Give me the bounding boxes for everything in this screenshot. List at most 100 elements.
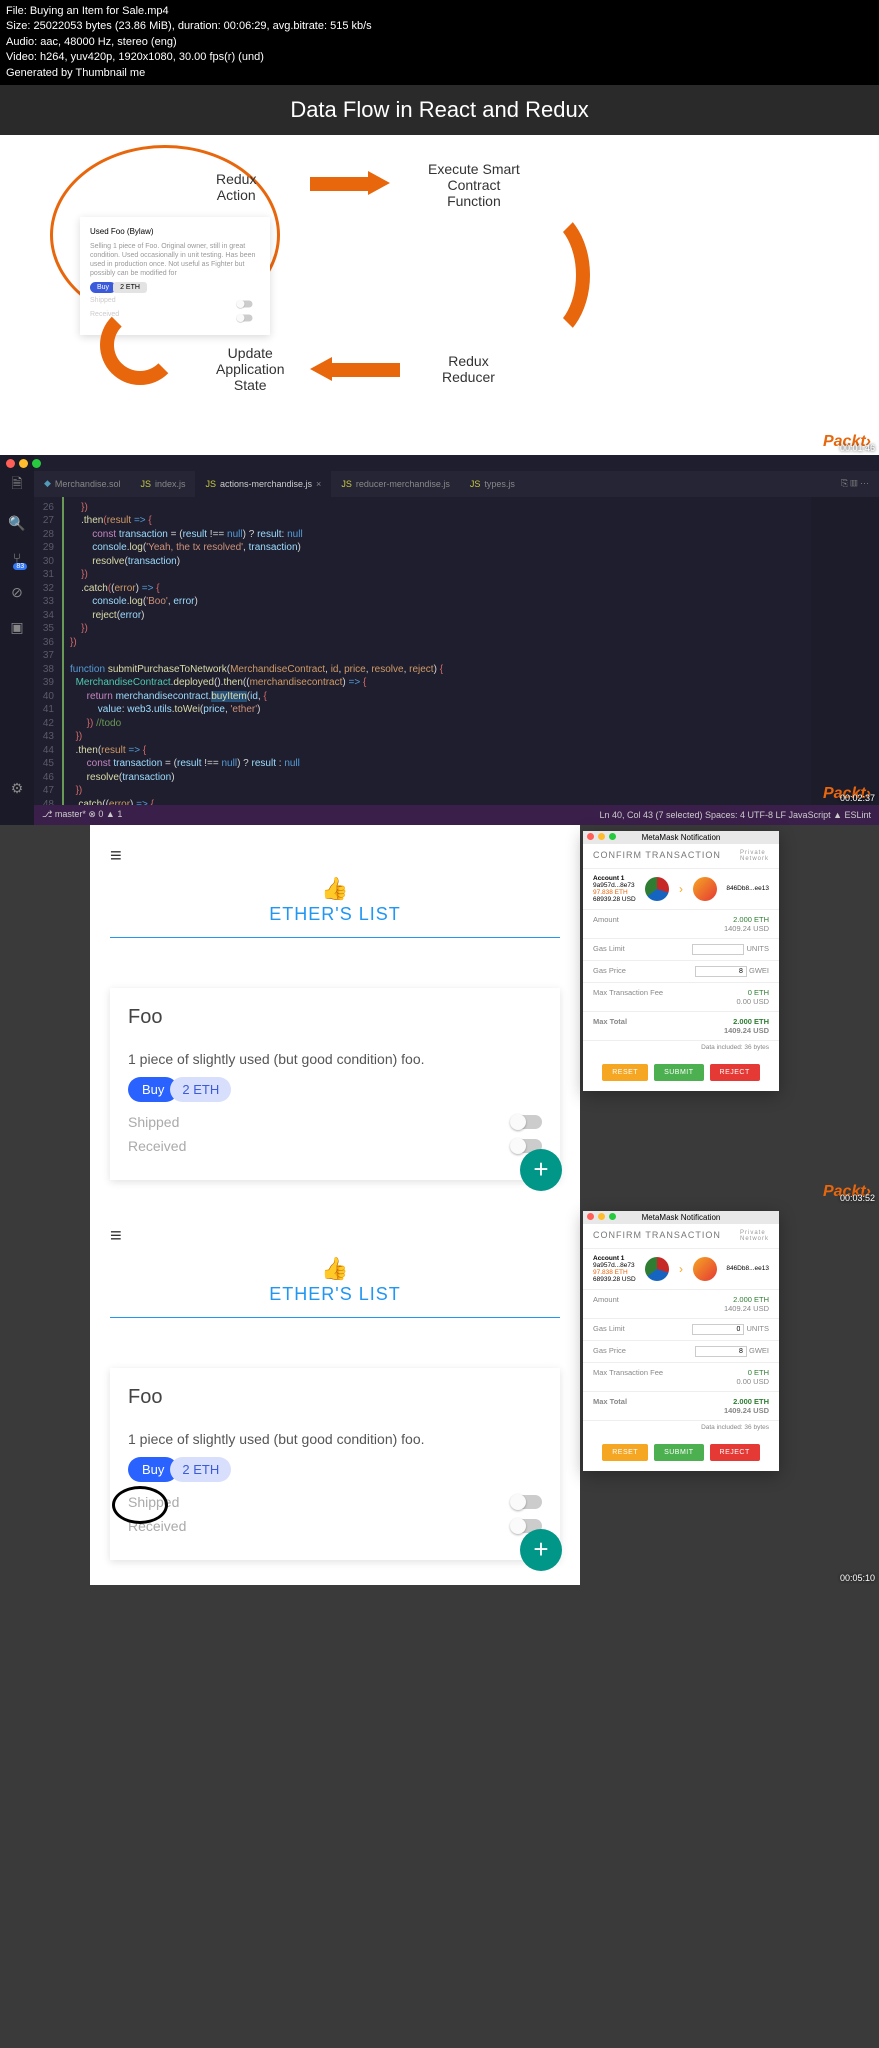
explorer-icon[interactable]: 🗎 xyxy=(11,473,22,497)
minimap[interactable] xyxy=(811,497,879,805)
ether-app: ≡ 👍 ETHER'S LIST Foo 1 piece of slightly… xyxy=(90,825,580,1205)
node-update: Update Application State xyxy=(216,345,285,393)
reject-button[interactable]: REJECT xyxy=(710,1444,760,1461)
circle-annotation xyxy=(112,1486,168,1524)
received-toggle[interactable] xyxy=(238,315,253,322)
window-controls[interactable] xyxy=(6,459,45,471)
menu-icon[interactable]: ≡ xyxy=(110,845,560,868)
line-gutter: 2627282930313233343536373839404142434445… xyxy=(34,497,62,805)
mm-from-account: Account 1 9a957d...8e73 97.838 ETH 68939… xyxy=(593,1255,636,1283)
node-execute: Execute Smart Contract Function xyxy=(428,161,520,209)
submit-button[interactable]: SUBMIT xyxy=(654,1444,703,1461)
mm-pie-icon xyxy=(645,1257,669,1281)
ui-card: Used Foo (Bylaw) Selling 1 piece of Foo.… xyxy=(80,217,270,335)
arrow-3 xyxy=(330,363,400,377)
mm-network: Private Network xyxy=(740,1230,769,1242)
tab-types-js[interactable]: JStypes.js xyxy=(460,471,525,497)
ether-panel-4: ≡ 👍 ETHER'S LIST Foo 1 piece of slightly… xyxy=(0,1205,879,1585)
reset-button[interactable]: RESET xyxy=(602,1064,648,1081)
extensions-icon[interactable]: ▣ xyxy=(10,619,23,636)
file-audio: Audio: aac, 48000 Hz, stereo (eng) xyxy=(6,35,873,50)
divider xyxy=(110,937,560,938)
shipped-toggle[interactable] xyxy=(238,301,253,308)
gasprice-input[interactable] xyxy=(695,1346,747,1357)
editor-actions[interactable]: ⎘ ▥ ⋯ xyxy=(831,471,879,497)
arrow-4 xyxy=(100,305,180,385)
add-fab[interactable]: + xyxy=(520,1149,562,1191)
node-reducer: Redux Reducer xyxy=(442,353,495,385)
maxtotal-label: Max Total xyxy=(593,1397,627,1415)
debug-icon[interactable]: ⊘ xyxy=(11,584,23,601)
gasprice-input[interactable] xyxy=(695,966,747,977)
mm-to-account: 846Db8...ee13 xyxy=(726,1265,769,1272)
mm-pie-icon xyxy=(645,877,669,901)
timestamp: 00:03:52 xyxy=(840,1193,875,1203)
file-info: File: Buying an Item for Sale.mp4 Size: … xyxy=(0,0,879,85)
reject-button[interactable]: REJECT xyxy=(710,1064,760,1081)
mm-titlebar: MetaMask Notification xyxy=(583,1211,779,1224)
mm-note: Data included: 36 bytes xyxy=(583,1041,779,1054)
tab-merchandise-sol[interactable]: ◆Merchandise.sol xyxy=(34,471,130,497)
activity-bar: 🗎 🔍 ⑂83 ⊘ ▣ ⚙ xyxy=(0,455,34,825)
vscode-panel: 🗎 🔍 ⑂83 ⊘ ▣ ⚙ ◆Merchandise.sol JSindex.j… xyxy=(0,455,879,825)
item-card: Foo 1 piece of slightly used (but good c… xyxy=(110,988,560,1180)
price-chip: 2 ETH xyxy=(170,1457,231,1482)
timestamp: 00:01:46 xyxy=(840,443,875,453)
ether-panel-3: ≡ 👍 ETHER'S LIST Foo 1 piece of slightly… xyxy=(0,825,879,1205)
search-icon[interactable]: 🔍 xyxy=(8,515,25,532)
status-left[interactable]: ⎇ master* ⊗ 0 ▲ 1 xyxy=(42,809,122,820)
timestamp: 00:05:10 xyxy=(840,1573,875,1583)
metamask-popup: MetaMask Notification CONFIRM TRANSACTIO… xyxy=(583,831,779,1091)
menu-icon[interactable]: ≡ xyxy=(110,1225,560,1248)
item-title: Foo xyxy=(128,1006,542,1029)
thumb-icon: 👍 xyxy=(110,876,560,902)
timestamp: 00:02:37 xyxy=(840,793,875,803)
mm-title: CONFIRM TRANSACTION xyxy=(593,850,721,862)
item-title: Foo xyxy=(128,1386,542,1409)
amount-label: Amount xyxy=(593,1295,619,1313)
shipped-toggle[interactable] xyxy=(512,1495,542,1509)
settings-icon[interactable]: ⚙ xyxy=(11,780,24,797)
close-icon[interactable]: × xyxy=(316,479,321,489)
maxfee-label: Max Transaction Fee xyxy=(593,988,663,1006)
add-fab[interactable]: + xyxy=(520,1529,562,1571)
gaslimit-label: Gas Limit xyxy=(593,944,625,955)
thumb-icon: 👍 xyxy=(110,1256,560,1282)
tab-index-js[interactable]: JSindex.js xyxy=(130,471,195,497)
arrow-1-head xyxy=(368,171,390,195)
gaslimit-input[interactable] xyxy=(692,944,744,955)
shipped-label: Shipped xyxy=(128,1114,179,1130)
reset-button[interactable]: RESET xyxy=(602,1444,648,1461)
gasprice-label: Gas Price xyxy=(593,966,626,977)
mm-from-account: Account 1 9a957d...8e73 97.838 ETH 68939… xyxy=(593,875,636,903)
mm-network: Private Network xyxy=(740,850,769,862)
ether-app: ≡ 👍 ETHER'S LIST Foo 1 piece of slightly… xyxy=(90,1205,580,1585)
mm-window-title: MetaMask Notification xyxy=(642,833,721,842)
submit-button[interactable]: SUBMIT xyxy=(654,1064,703,1081)
mm-note: Data included: 36 bytes xyxy=(583,1421,779,1434)
price-chip: 2 ETH xyxy=(113,282,147,293)
arrow-icon: › xyxy=(679,1262,683,1276)
tab-bar: ◆Merchandise.sol JSindex.js JSactions-me… xyxy=(34,471,879,497)
gaslimit-input[interactable] xyxy=(692,1324,744,1335)
mm-to-icon xyxy=(693,877,717,901)
card-desc: Selling 1 piece of Foo. Original owner, … xyxy=(90,242,260,278)
file-gen: Generated by Thumbnail me xyxy=(6,66,873,81)
mm-to-icon xyxy=(693,1257,717,1281)
code-content[interactable]: }) .then(result => { const transaction =… xyxy=(62,497,811,805)
arrow-3-head xyxy=(310,357,332,381)
scm-icon[interactable]: ⑂83 xyxy=(13,550,21,566)
file-video: Video: h264, yuv420p, 1920x1080, 30.00 f… xyxy=(6,50,873,65)
mm-window-title: MetaMask Notification xyxy=(642,1213,721,1222)
item-desc: 1 piece of slightly used (but good condi… xyxy=(128,1051,542,1067)
status-bar[interactable]: ⎇ master* ⊗ 0 ▲ 1 Ln 40, Col 43 (7 selec… xyxy=(34,805,879,825)
received-label: Received xyxy=(128,1138,186,1154)
item-card: Foo 1 piece of slightly used (but good c… xyxy=(110,1368,560,1560)
diagram-title: Data Flow in React and Redux xyxy=(0,85,879,135)
maxtotal-label: Max Total xyxy=(593,1017,627,1035)
tab-actions-merchandise[interactable]: JSactions-merchandise.js× xyxy=(195,471,331,497)
status-right[interactable]: Ln 40, Col 43 (7 selected) Spaces: 4 UTF… xyxy=(599,810,871,820)
shipped-toggle[interactable] xyxy=(512,1115,542,1129)
tab-reducer-merchandise[interactable]: JSreducer-merchandise.js xyxy=(331,471,460,497)
mm-titlebar: MetaMask Notification xyxy=(583,831,779,844)
